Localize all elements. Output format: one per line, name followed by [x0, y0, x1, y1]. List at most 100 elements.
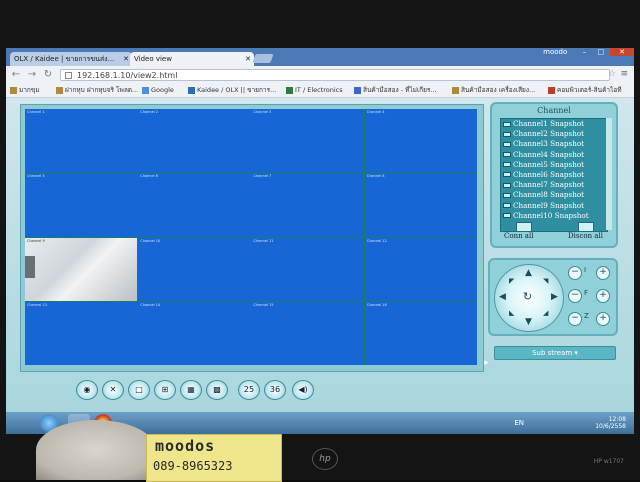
- zoom-minus-button[interactable]: −: [568, 312, 582, 326]
- bookmark-label: คอมพิวเตอร์-สินค้าไอที: [557, 86, 622, 94]
- cell-caption: Channel 11: [253, 238, 274, 243]
- channel-item[interactable]: Channel1 Snapshot: [501, 119, 607, 129]
- bookmark-item[interactable]: มากขุม: [10, 84, 40, 97]
- record-camera-icon[interactable]: ◉: [76, 380, 98, 400]
- video-cell[interactable]: Channel 10: [138, 237, 251, 301]
- forward-arrow-icon[interactable]: →: [26, 69, 38, 81]
- ptz-joystick[interactable]: ▲ ▼ ◀ ▶ ◤ ◥ ◣ ◢ ↻: [494, 264, 564, 332]
- channel-item[interactable]: Channel10 Snapshot: [501, 211, 607, 221]
- arrow-up-left-icon[interactable]: ◤: [509, 277, 514, 285]
- disconn-all-button[interactable]: Discon all: [568, 232, 603, 240]
- sticker-name: moodos: [155, 437, 216, 455]
- tab-label: OLX / Kaidee | ขายการขนส่ง...: [14, 55, 115, 63]
- layout-1-icon[interactable]: □: [128, 380, 150, 400]
- cell-caption: Channel 13: [27, 302, 47, 307]
- page-icon: [56, 86, 63, 94]
- arrow-down-icon[interactable]: ▼: [525, 317, 532, 327]
- video-cell[interactable]: Channel 13: [25, 301, 138, 365]
- channel-item[interactable]: Channel5 Snapshot: [501, 160, 607, 170]
- maximize-icon[interactable]: □: [594, 48, 608, 56]
- video-cell[interactable]: Channel 2: [138, 109, 251, 173]
- focus-minus-button[interactable]: −: [568, 289, 582, 303]
- iris-plus-button[interactable]: +: [596, 266, 610, 280]
- bookmark-item[interactable]: สินค้ามือสอง เครื่องเสียง...: [452, 84, 535, 97]
- channel-item[interactable]: Channel6 Snapshot: [501, 170, 607, 180]
- channel-list: Channel1 Snapshot Channel2 Snapshot Chan…: [500, 118, 608, 232]
- video-cell[interactable]: Channel 16: [364, 301, 477, 365]
- zoom-plus-button[interactable]: +: [596, 312, 610, 326]
- channel-label: Channel5 Snapshot: [513, 159, 585, 169]
- volume-icon[interactable]: ◀): [292, 380, 314, 400]
- video-cell[interactable]: Channel 1: [25, 109, 138, 173]
- view-toolbar: ◉ ✕ □ ⊞ ▦ ▩ 25 36 ◀): [76, 378, 336, 402]
- iris-minus-button[interactable]: −: [568, 266, 582, 280]
- video-cell[interactable]: Channel 14: [138, 301, 251, 365]
- video-cell[interactable]: Channel 6: [138, 173, 251, 237]
- tools-icon[interactable]: ✕: [102, 380, 124, 400]
- address-bar[interactable]: 192.168.1.10/view2.html: [60, 69, 610, 81]
- video-cell[interactable]: Channel 7: [251, 173, 364, 237]
- menu-icon[interactable]: ≡: [620, 69, 628, 79]
- layout-16-icon[interactable]: ▩: [206, 380, 228, 400]
- video-cell[interactable]: Channel 11: [251, 237, 364, 301]
- cell-caption: Channel 2: [140, 110, 158, 114]
- back-arrow-icon[interactable]: ←: [10, 69, 22, 81]
- channel-item[interactable]: Channel8 Snapshot: [501, 190, 607, 200]
- video-cell[interactable]: Channel 4: [364, 109, 477, 173]
- channel-item[interactable]: Channel4 Snapshot: [501, 150, 607, 160]
- bookmark-star-icon[interactable]: ☆: [608, 69, 616, 79]
- stream-select[interactable]: Sub stream ▾: [494, 346, 616, 360]
- language-indicator[interactable]: EN: [514, 419, 524, 427]
- camera-icon: [503, 182, 511, 188]
- video-cell[interactable]: Channel 15: [251, 301, 364, 365]
- reload-icon[interactable]: ↻: [42, 69, 54, 81]
- arrow-up-right-icon[interactable]: ◥: [543, 277, 548, 285]
- auto-rotate-icon[interactable]: ↻: [523, 290, 532, 303]
- channel-item[interactable]: Channel3 Snapshot: [501, 139, 607, 149]
- channel-item[interactable]: Channel9 Snapshot: [501, 201, 607, 211]
- video-view-page: Channel 1 Channel 2 Channel 3 Channel 4 …: [6, 98, 634, 412]
- bookmark-item[interactable]: สินค้ามือสอง - ที่ไม่เกียร...: [354, 84, 437, 97]
- bookmark-label: IT / Electronics: [295, 86, 343, 94]
- cell-caption: Channel 14: [140, 302, 161, 307]
- close-icon[interactable]: ✕: [123, 52, 129, 66]
- layout-9-icon[interactable]: ▦: [180, 380, 202, 400]
- window-controls: moodo – □ ✕: [543, 48, 634, 62]
- tab-olx-kaidee[interactable]: OLX / Kaidee | ขายการขนส่ง... ✕: [10, 52, 132, 66]
- video-cell-live-feed[interactable]: Channel 9: [25, 237, 138, 301]
- bookmark-item[interactable]: IT / Electronics: [286, 84, 343, 97]
- arrow-down-right-icon[interactable]: ◢: [543, 309, 548, 317]
- video-cell[interactable]: Channel 3: [251, 109, 364, 173]
- channel-list-scrollbar[interactable]: [606, 118, 612, 230]
- tab-video-view[interactable]: Video view ✕: [130, 52, 254, 66]
- arrow-left-icon[interactable]: ◀: [499, 292, 506, 302]
- layout-36-button[interactable]: 36: [264, 380, 286, 400]
- close-window-icon[interactable]: ✕: [610, 48, 634, 56]
- new-tab-button[interactable]: [252, 54, 274, 63]
- camera-icon: [503, 131, 511, 137]
- arrow-up-icon[interactable]: ▲: [525, 268, 532, 278]
- channel-item[interactable]: Channel7 Snapshot: [501, 180, 607, 190]
- focus-plus-button[interactable]: +: [596, 289, 610, 303]
- disconnect-icon[interactable]: [578, 222, 594, 232]
- layout-4-icon[interactable]: ⊞: [154, 380, 176, 400]
- arrow-down-left-icon[interactable]: ◣: [509, 309, 514, 317]
- camera-icon: [503, 121, 511, 127]
- bookmark-label: สินค้ามือสอง - ที่ไม่เกียร...: [363, 86, 437, 94]
- layout-25-button[interactable]: 25: [238, 380, 260, 400]
- close-icon[interactable]: ✕: [245, 52, 251, 66]
- arrow-right-icon[interactable]: ▶: [551, 292, 558, 302]
- channel-item[interactable]: Channel2 Snapshot: [501, 129, 607, 139]
- video-cell[interactable]: Channel 12: [364, 237, 477, 301]
- cell-caption: Channel 6: [140, 174, 158, 179]
- connect-icon[interactable]: [516, 222, 532, 232]
- video-cell[interactable]: Channel 5: [25, 173, 138, 237]
- video-cell[interactable]: Channel 8: [364, 173, 477, 237]
- conn-all-button[interactable]: Conn all: [504, 232, 533, 240]
- bookmark-item[interactable]: Google: [142, 84, 174, 97]
- minimize-icon[interactable]: –: [578, 48, 592, 56]
- bookmark-item[interactable]: คอมพิวเตอร์-สินค้าไอที: [548, 84, 622, 97]
- system-clock[interactable]: 12:08 10/6/2558: [595, 416, 626, 430]
- bookmark-item[interactable]: ฝากหุบ ฝากหุบจริ โพลต...: [56, 84, 138, 97]
- bookmark-item[interactable]: Kaidee / OLX || ขายการ...: [188, 84, 276, 97]
